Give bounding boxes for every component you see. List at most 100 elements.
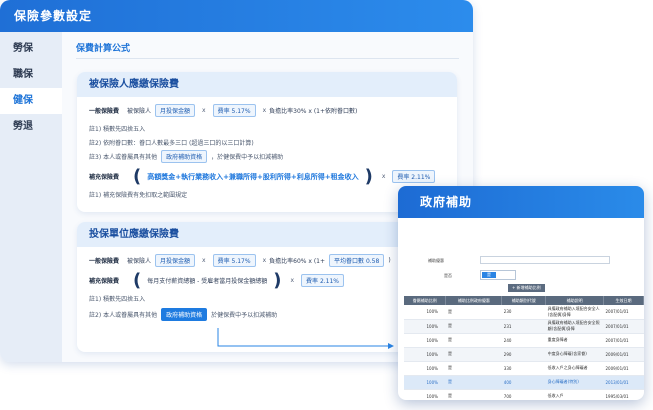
sidebar: 勞保 職保 健保 勞退 bbox=[0, 32, 62, 362]
employer-note-2: 註2) 本人或眷屬具有其他 政府補助資格 於健保費中予以扣減補助 bbox=[89, 308, 277, 321]
sidebar-item-health[interactable]: 健保 bbox=[0, 88, 62, 114]
cell-desc: 具備政府補助入境配合安全照顧(含配偶)身障 bbox=[545, 319, 604, 334]
insured-note-2: 註2) 依附眷口數：眷口人數最多三口 (超過三口的以三口計算) bbox=[89, 140, 254, 147]
cell-pct: 100% bbox=[404, 347, 446, 362]
supp-rate-tag[interactable]: 費率 2.11% bbox=[392, 170, 436, 183]
cell-pct: 100% bbox=[404, 361, 446, 376]
column-header[interactable]: 補助比例政府優惠 bbox=[445, 296, 503, 305]
supp-rate-tag[interactable]: 費率 2.11% bbox=[301, 274, 344, 287]
cell-code: 240 bbox=[501, 333, 546, 348]
ratio-text: 負擔比率60% x (1+ bbox=[269, 258, 326, 265]
multiply-op: x bbox=[202, 257, 206, 264]
sidebar-item-occupational[interactable]: 職保 bbox=[0, 62, 62, 88]
multiply-op: x bbox=[262, 257, 267, 264]
cell-desc: 具備政府補助入境配合安全人(含配偶)身障 bbox=[545, 305, 604, 320]
window-title: 保險參數設定 bbox=[0, 0, 473, 32]
ratio-text: 負擔比率30% x (1+依附眷口數) bbox=[269, 108, 358, 115]
supplementary-income-items: 高額獎金+執行業務收入+兼職所得+股利所得+利息所得+租金收入 bbox=[147, 172, 359, 181]
column-header[interactable]: 補助類別代號 bbox=[501, 296, 547, 305]
employer-general-formula: 一般保險費 被保險人 月投保金額 x 費率 5.17% x 負擔比率60% x … bbox=[89, 254, 391, 267]
rate-tag[interactable]: 費率 5.17% bbox=[212, 254, 256, 267]
close-paren-text: ) bbox=[388, 257, 391, 264]
close-paren: ) bbox=[364, 165, 373, 187]
cell-date: 1995/03/01 bbox=[603, 389, 644, 400]
employer-who: 被保險人 bbox=[127, 258, 152, 265]
add-subsidy-button[interactable]: + 新增補助比例 bbox=[508, 284, 545, 292]
insured-note-1: 註1) 積數先四捨五入 bbox=[89, 126, 146, 133]
table-row[interactable]: 100% 是 240 重度身障者 2007/01/01 bbox=[404, 333, 644, 348]
sidebar-item-labor[interactable]: 勞保 bbox=[0, 36, 62, 62]
cell-pct: 100% bbox=[404, 319, 446, 334]
salary-tag[interactable]: 月投保金額 bbox=[155, 254, 196, 267]
cell-date: 2007/01/01 bbox=[603, 305, 644, 320]
multiply-op: x bbox=[381, 173, 386, 180]
cell-code: 290 bbox=[501, 347, 546, 362]
cell-pct: 100% bbox=[404, 375, 446, 390]
table-row[interactable]: 100% 是 231 具備政府補助入境配合安全照顧(含配偶)身障 2007/01/01 bbox=[404, 319, 644, 334]
note-prefix: 註3) 本人或眷屬具有其他 bbox=[89, 154, 158, 161]
salary-tag[interactable]: 月投保金額 bbox=[155, 104, 196, 117]
enable-label: 是否 bbox=[444, 273, 452, 278]
gov-subsidy-button[interactable]: 政府補助資格 bbox=[161, 308, 208, 321]
supplementary-note: 註1) 補充保險費有免扣取之範圍規定 bbox=[89, 192, 188, 199]
payroll-difference: 每月支付薪資總額 - 受雇者當月投保金額總額 bbox=[147, 278, 268, 285]
cell-gov: 是 bbox=[445, 389, 502, 400]
gov-window-body: 補助優惠 是否 是 + 新增補助比例 眷屬補助比例 補助比例政府優惠 補助類別代… bbox=[404, 218, 644, 400]
cell-desc: 重度身障者 bbox=[545, 333, 604, 348]
note-prefix: 註2) 本人或眷屬具有其他 bbox=[89, 312, 158, 319]
insured-supplementary-formula: 補充保險費 ( 高額獎金+執行業務收入+兼職所得+股利所得+利息所得+租金收入 … bbox=[89, 165, 439, 187]
toggle-on-option[interactable]: 是 bbox=[482, 272, 496, 278]
insured-note-3: 註3) 本人或眷屬具有其他 政府補助資格 ，於健保費中予以扣減補助 bbox=[89, 150, 283, 163]
cell-code: 700 bbox=[501, 389, 546, 400]
cell-date: 2007/01/01 bbox=[603, 319, 644, 334]
column-header[interactable]: 補助說明 bbox=[545, 296, 605, 305]
multiply-op: x bbox=[262, 107, 267, 114]
cell-desc: 低收入戶之身心障礙者 bbox=[545, 361, 604, 376]
cell-pct: 100% bbox=[404, 333, 446, 348]
column-header[interactable]: 生效日期 bbox=[603, 296, 644, 305]
rate-tag[interactable]: 費率 5.17% bbox=[212, 104, 256, 117]
insured-card-title: 被保險人應繳保險費 bbox=[77, 72, 457, 97]
table-row[interactable]: 100% 是 230 具備政府補助入境配合安全人(含配偶)身障 2007/01/01 bbox=[404, 305, 644, 320]
cell-date: 2009/01/01 bbox=[603, 347, 644, 362]
cell-code: 231 bbox=[501, 319, 546, 334]
cell-pct: 100% bbox=[404, 389, 446, 400]
formula-label: 一般保險費 bbox=[89, 108, 120, 115]
cell-desc: 低收入戶 bbox=[545, 389, 604, 400]
gov-window-title: 政府補助 bbox=[398, 186, 644, 218]
cell-gov: 是 bbox=[445, 305, 502, 320]
cell-gov: 是 bbox=[445, 375, 502, 390]
gov-subsidy-tag[interactable]: 政府補助資格 bbox=[161, 150, 208, 163]
subsidy-code-label: 補助優惠 bbox=[428, 258, 444, 263]
enable-toggle[interactable]: 是 bbox=[480, 270, 516, 280]
cell-code: 400 bbox=[501, 375, 546, 390]
cell-date: 2013/01/01 bbox=[603, 375, 644, 390]
formula-label: 補充保險費 bbox=[89, 174, 120, 181]
sidebar-item-pension[interactable]: 勞退 bbox=[0, 114, 62, 140]
multiply-op: x bbox=[202, 107, 206, 114]
table-row[interactable]: 100% 是 700 低收入戶 1995/03/01 bbox=[404, 389, 644, 400]
note-suffix: 於健保費中予以扣減補助 bbox=[211, 312, 278, 319]
insured-general-formula: 一般保險費 被保險人 月投保金額 x 費率 5.17% x 負擔比率30% x … bbox=[89, 104, 357, 117]
table-row[interactable]: 100% 是 330 低收入戶之身心障礙者 2009/01/01 bbox=[404, 361, 644, 376]
section-title: 保費計算公式 bbox=[76, 44, 131, 54]
employer-note-1: 註1) 積數先四捨五入 bbox=[89, 296, 146, 303]
column-header[interactable]: 眷屬補助比例 bbox=[404, 296, 447, 305]
employer-supplementary-formula: 補充保險費 ( 每月支付薪資總額 - 受雇者當月投保金額總額 ) x 費率 2.… bbox=[89, 269, 348, 291]
table-row[interactable]: 100% 是 400 身心障礙者(特別) 2013/01/01 bbox=[404, 375, 644, 390]
insured-who: 被保險人 bbox=[127, 108, 152, 115]
formula-label: 一般保險費 bbox=[89, 258, 120, 265]
close-paren: ) bbox=[273, 269, 282, 291]
cell-gov: 是 bbox=[445, 319, 502, 334]
gov-subsidy-window: 政府補助 補助優惠 是否 是 + 新增補助比例 眷屬補助比例 補助比例政府優惠 … bbox=[398, 186, 644, 400]
cell-desc: 身心障礙者(特別) bbox=[545, 375, 604, 390]
cell-date: 2009/01/01 bbox=[603, 361, 644, 376]
subsidy-code-input[interactable] bbox=[480, 256, 610, 264]
open-paren: ( bbox=[133, 165, 142, 187]
open-paren: ( bbox=[133, 269, 142, 291]
divider bbox=[76, 58, 459, 59]
cell-gov: 是 bbox=[445, 347, 502, 362]
table-row[interactable]: 100% 是 290 中度身心障礙(含家眷) 2009/01/01 bbox=[404, 347, 644, 362]
multiply-op: x bbox=[290, 277, 295, 284]
dependents-tag[interactable]: 平均眷口數 0.58 bbox=[329, 254, 385, 267]
